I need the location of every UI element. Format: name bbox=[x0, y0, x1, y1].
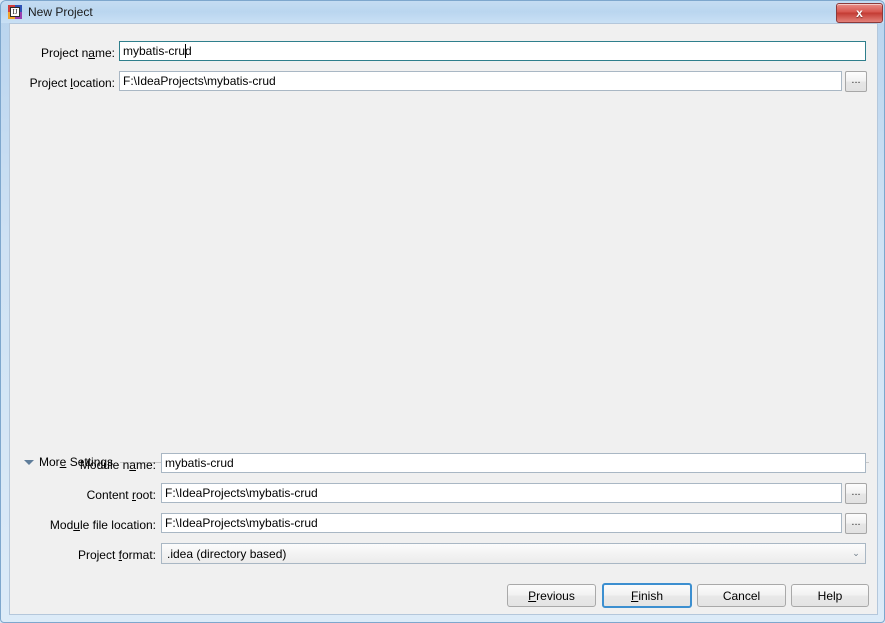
project-location-input[interactable] bbox=[119, 71, 842, 91]
module-name-label: Module name: bbox=[79, 458, 156, 472]
text-caret bbox=[185, 44, 186, 58]
content-root-browse-button[interactable]: ... bbox=[845, 483, 867, 504]
intellij-idea-icon: IJ bbox=[7, 4, 23, 20]
content-root-label: Content root: bbox=[86, 488, 156, 502]
close-icon: x bbox=[856, 6, 863, 20]
module-file-location-label: Module file location: bbox=[49, 518, 156, 532]
module-file-location-browse-button[interactable]: ... bbox=[845, 513, 867, 534]
close-button[interactable]: x bbox=[836, 3, 883, 23]
ellipsis-icon: ... bbox=[851, 73, 861, 86]
module-file-location-input[interactable] bbox=[161, 513, 842, 533]
previous-button[interactable]: Previous bbox=[507, 584, 596, 607]
ellipsis-icon: ... bbox=[851, 485, 861, 498]
finish-button[interactable]: Finish bbox=[602, 583, 692, 608]
content-root-input[interactable] bbox=[161, 483, 842, 503]
project-format-select[interactable]: .idea (directory based) ⌄ bbox=[161, 543, 866, 564]
window-title: New Project bbox=[28, 5, 93, 19]
title-bar: IJ New Project x bbox=[1, 1, 884, 23]
ellipsis-icon: ... bbox=[851, 515, 861, 528]
project-location-browse-button[interactable]: ... bbox=[845, 71, 867, 92]
dialog-client-area: Project name: Project location: ... More… bbox=[9, 23, 878, 615]
project-name-input[interactable] bbox=[119, 41, 866, 61]
project-location-label: Project location: bbox=[29, 76, 115, 90]
cancel-button[interactable]: Cancel bbox=[697, 584, 786, 607]
project-format-label: Project format: bbox=[77, 548, 156, 562]
help-button[interactable]: Help bbox=[791, 584, 869, 607]
project-name-label: Project name: bbox=[40, 46, 115, 60]
chevron-down-icon: ⌄ bbox=[852, 548, 860, 558]
project-format-value: .idea (directory based) bbox=[167, 546, 287, 561]
new-project-dialog-window: IJ New Project x Project name: Project l… bbox=[0, 0, 885, 623]
module-name-input[interactable] bbox=[161, 453, 866, 473]
